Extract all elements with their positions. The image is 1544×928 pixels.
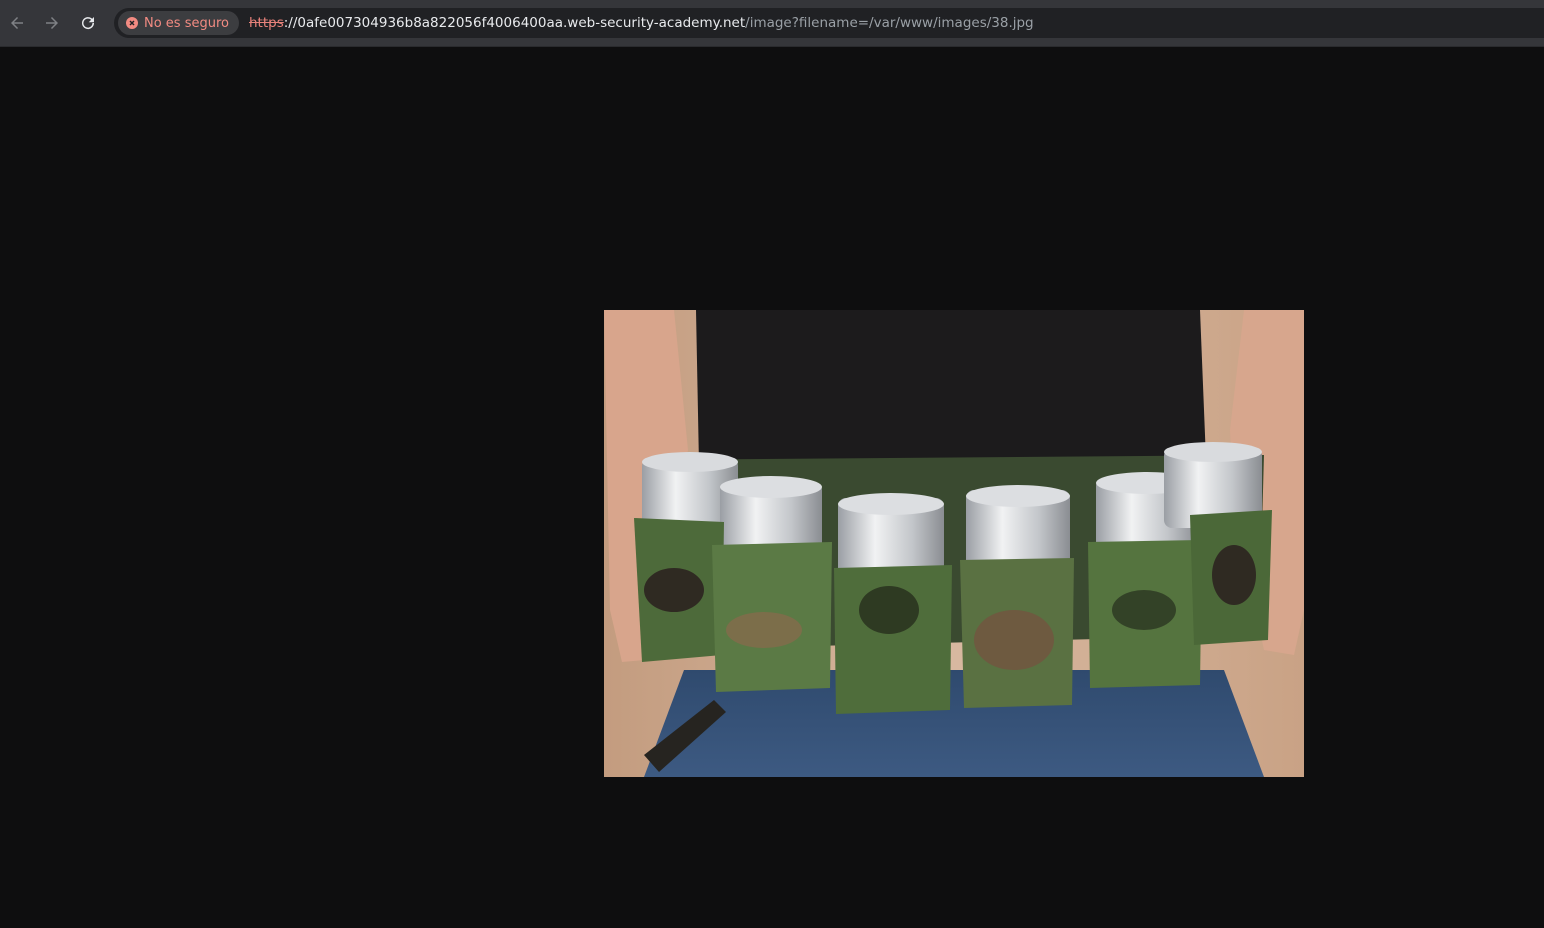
reload-button[interactable] xyxy=(73,8,103,38)
url-text[interactable]: https://0afe007304936b8a822056f4006400aa… xyxy=(249,15,1034,31)
displayed-image xyxy=(604,310,1304,777)
back-arrow-icon xyxy=(11,17,23,29)
url-separator: :// xyxy=(283,15,298,31)
address-bar[interactable]: No es seguro https://0afe007304936b8a822… xyxy=(114,8,1544,38)
forward-arrow-icon xyxy=(46,17,58,29)
reload-icon xyxy=(82,17,95,30)
browser-toolbar: No es seguro https://0afe007304936b8a822… xyxy=(0,0,1544,47)
url-host: 0afe007304936b8a822056f4006400aa.web-sec… xyxy=(297,15,746,31)
url-scheme: https xyxy=(249,15,284,31)
warning-icon xyxy=(126,17,138,29)
security-chip[interactable]: No es seguro xyxy=(118,11,239,35)
url-path: /image?filename=/var/www/images/38.jpg xyxy=(745,15,1034,31)
forward-button[interactable] xyxy=(37,8,67,38)
security-chip-label: No es seguro xyxy=(144,15,229,31)
beer-belt-photo xyxy=(604,310,1304,777)
back-button[interactable] xyxy=(2,8,32,38)
